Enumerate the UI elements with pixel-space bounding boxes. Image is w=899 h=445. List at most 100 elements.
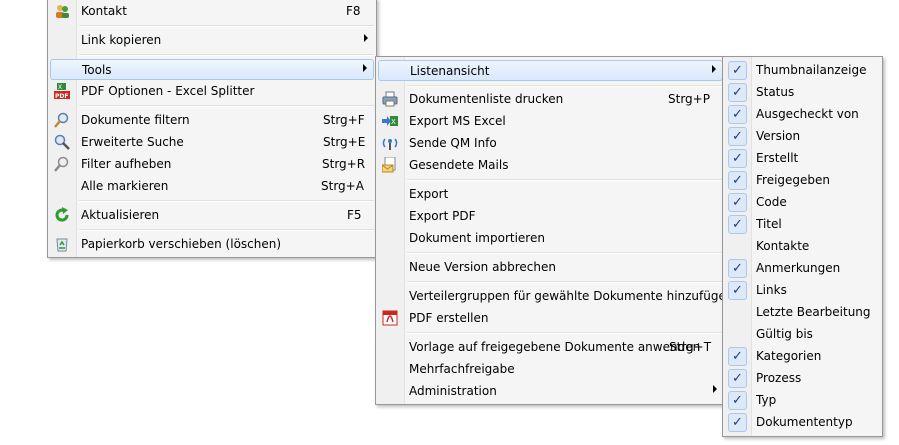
menu-separator [79, 200, 374, 202]
menu-separator [79, 105, 374, 107]
menu-item-prozess[interactable]: ✓ Prozess [725, 368, 880, 389]
menu-item-links[interactable]: ✓ Links [725, 280, 880, 301]
menu-item-sende-qm-info[interactable]: Sende QM Info [378, 133, 723, 154]
menu-item-label: Ausgecheckt von [756, 107, 859, 121]
menu-item-dokumente-filtern[interactable]: Dokumente filtern Strg+F [50, 110, 374, 131]
menu-item-label: Status [756, 85, 795, 99]
menu-item-label: Aktualisieren [81, 208, 160, 222]
menu-item-shortcut: Strg+E [323, 135, 366, 149]
menu-item-vorlage-anwenden[interactable]: Vorlage auf freigegebene Dokumente anwen… [378, 337, 723, 358]
menu-item-freigegeben[interactable]: ✓ Freigegeben [725, 170, 880, 191]
menu-item-label: Administration [409, 384, 497, 398]
menu-item-mehrfachfreigabe[interactable]: Mehrfachfreigabe [378, 359, 723, 380]
menu-item-dokument-importieren[interactable]: Dokument importieren [378, 228, 723, 249]
menu-separator [79, 25, 374, 27]
menu-item-titel[interactable]: ✓ Titel [725, 214, 880, 235]
menu-item-gesendete-mails[interactable]: Gesendete Mails [378, 155, 723, 176]
menu-item-label: Mehrfachfreigabe [409, 362, 515, 376]
menu-item-papierkorb[interactable]: Papierkorb verschieben (löschen) [50, 234, 374, 255]
mail-document-icon [381, 156, 398, 173]
menu-separator [407, 85, 723, 87]
menu-item-letzte-bearbeitung[interactable]: Letzte Bearbeitung [725, 302, 880, 323]
menu-separator [79, 54, 374, 56]
menu-item-label: Tools [82, 63, 112, 77]
check-icon: ✓ [728, 259, 747, 278]
menu-item-label: Listenansicht [410, 64, 490, 78]
menu-item-shortcut: Strg+A [321, 179, 364, 193]
menu-item-tools[interactable]: Tools [50, 59, 374, 80]
menu-separator [407, 281, 723, 283]
menu-separator [407, 332, 723, 334]
menu-item-version[interactable]: ✓ Version [725, 126, 880, 147]
menu-item-label: Freigegeben [756, 173, 831, 187]
menu-item-shortcut: Strg+T [669, 340, 712, 354]
menu-item-label: Prozess [756, 371, 802, 385]
menu-item-label: Kontakt [81, 4, 127, 18]
menu-item-dokumentenliste-drucken[interactable]: Dokumentenliste drucken Strg+P [378, 89, 723, 110]
menu-item-export-pdf[interactable]: Export PDF [378, 206, 723, 227]
menu-item-label: PDF erstellen [409, 311, 489, 325]
check-icon: ✓ [728, 61, 747, 80]
menu-item-administration[interactable]: Administration [378, 381, 723, 402]
menu-item-filter-aufheben[interactable]: Filter aufheben Strg+R [50, 154, 374, 175]
submenu-tools: Listenansicht Dokumentenliste drucken St… [375, 56, 733, 405]
check-icon: ✓ [728, 193, 747, 212]
menu-separator [407, 179, 723, 181]
menu-item-label: Thumbnailanzeige [756, 63, 867, 77]
menu-item-label: Kategorien [756, 349, 822, 363]
menu-item-kontakt[interactable]: Kontakt F8 [50, 1, 374, 22]
menu-item-label: Verteilergruppen für gewählte Dokumente … [409, 289, 734, 303]
menu-item-label: Export PDF [409, 209, 476, 223]
menu-item-dokumententyp[interactable]: ✓ Dokumententyp [725, 412, 880, 433]
menu-item-label: Export MS Excel [409, 114, 506, 128]
menu-item-link-kopieren[interactable]: Link kopieren [50, 30, 374, 51]
menu-item-label: Vorlage auf freigegebene Dokumente anwen… [409, 340, 701, 354]
menu-item-kontakte[interactable]: Kontakte [725, 236, 880, 257]
menu-item-label: Kontakte [756, 239, 810, 253]
menu-item-status[interactable]: ✓ Status [725, 82, 880, 103]
menu-item-pdf-erstellen[interactable]: PDF erstellen [378, 308, 723, 329]
clear-filter-icon [54, 156, 70, 172]
menu-item-erweiterte-suche[interactable]: Erweiterte Suche Strg+E [50, 132, 374, 153]
excel-export-icon: X [382, 113, 398, 129]
menu-item-label: Dokument importieren [409, 231, 545, 245]
menu-item-label: Dokumente filtern [81, 113, 190, 127]
check-icon: ✓ [728, 149, 747, 168]
menu-item-gueltig-bis[interactable]: Gültig bis [725, 324, 880, 345]
menu-item-thumbnailanzeige[interactable]: ✓ Thumbnailanzeige [725, 60, 880, 81]
submenu-arrow-icon [364, 34, 368, 42]
pdf-excel-icon: X PDF [54, 83, 70, 100]
menu-item-label: Gesendete Mails [409, 158, 509, 172]
menu-item-typ[interactable]: ✓ Typ [725, 390, 880, 411]
check-icon: ✓ [728, 171, 747, 190]
menu-item-aktualisieren[interactable]: Aktualisieren F5 [50, 205, 374, 226]
menu-item-label: Links [756, 283, 787, 297]
menu-item-label: Erstellt [756, 151, 799, 165]
check-icon: ✓ [728, 347, 747, 366]
context-menu-main: Kontakt F8 Link kopieren Tools X PDF PDF … [47, 0, 377, 258]
menu-item-label: Link kopieren [81, 33, 162, 47]
menu-item-label: PDF Optionen - Excel Splitter [81, 84, 255, 98]
menu-separator [407, 252, 723, 254]
check-icon: ✓ [728, 127, 747, 146]
menu-item-listenansicht[interactable]: Listenansicht [378, 60, 723, 81]
menu-item-pdf-optionen[interactable]: X PDF PDF Optionen - Excel Splitter [50, 81, 374, 102]
check-icon: ✓ [728, 281, 747, 300]
menu-item-shortcut: Strg+R [322, 157, 366, 171]
menu-item-kategorien[interactable]: ✓ Kategorien [725, 346, 880, 367]
menu-item-export-ms-excel[interactable]: X Export MS Excel [378, 111, 723, 132]
menu-item-anmerkungen[interactable]: ✓ Anmerkungen [725, 258, 880, 279]
contact-icon [54, 3, 70, 19]
menu-item-export[interactable]: Export [378, 184, 723, 205]
menu-item-neue-version-abbrechen[interactable]: Neue Version abbrechen [378, 257, 723, 278]
menu-item-shortcut: Strg+P [668, 92, 710, 106]
menu-item-code[interactable]: ✓ Code [725, 192, 880, 213]
menu-item-erstellt[interactable]: ✓ Erstellt [725, 148, 880, 169]
printer-icon [382, 91, 398, 107]
menu-item-label: Filter aufheben [81, 157, 172, 171]
menu-item-ausgecheckt-von[interactable]: ✓ Ausgecheckt von [725, 104, 880, 125]
menu-item-alle-markieren[interactable]: Alle markieren Strg+A [50, 176, 374, 197]
menu-item-verteilergruppen[interactable]: Verteilergruppen für gewählte Dokumente … [378, 286, 733, 307]
menu-item-label: Neue Version abbrechen [409, 260, 556, 274]
menu-item-label: Erweiterte Suche [81, 135, 184, 149]
